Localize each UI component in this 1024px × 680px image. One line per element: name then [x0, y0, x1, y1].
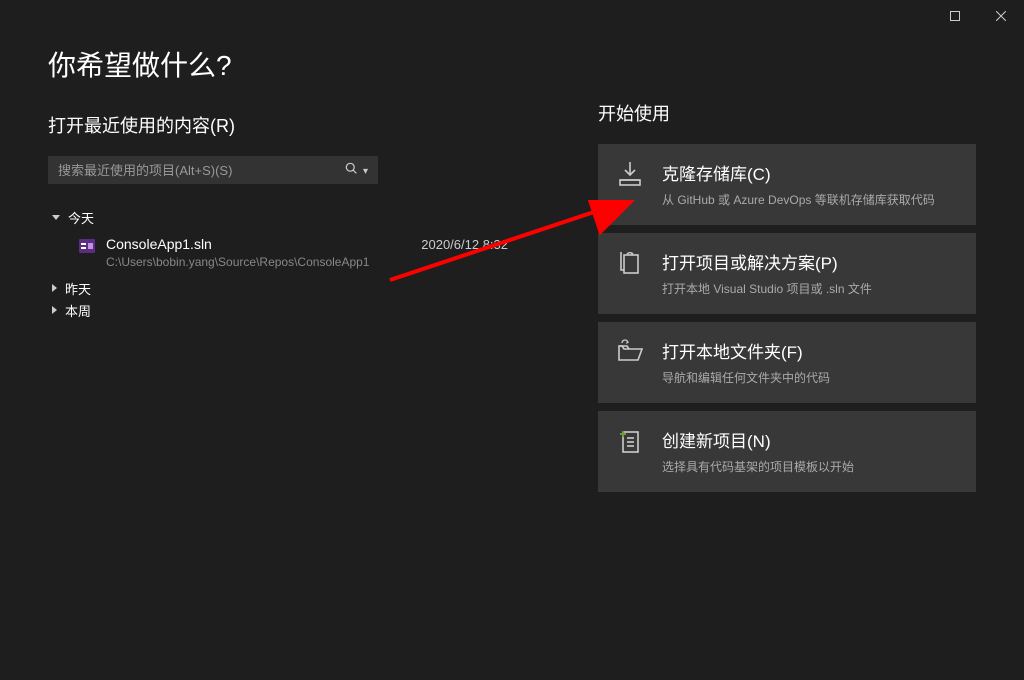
- new-project-icon: [616, 427, 644, 455]
- clone-icon: [616, 160, 644, 188]
- recent-item-date: 2020/6/12 8:32: [421, 237, 538, 252]
- search-icon: ▾: [345, 162, 368, 179]
- recent-item[interactable]: ConsoleApp1.sln C:\Users\bobin.yang\Sour…: [48, 228, 538, 277]
- card-title: 打开项目或解决方案(P): [662, 249, 958, 274]
- recent-group-thisweek[interactable]: 本周: [48, 299, 538, 321]
- close-button[interactable]: [978, 0, 1024, 32]
- search-input[interactable]: [58, 163, 345, 178]
- chevron-down-icon: [52, 215, 60, 220]
- group-label: 今天: [68, 208, 94, 227]
- solution-icon: [78, 237, 96, 255]
- start-column: 开始使用 克隆存储库(C) 从 GitHub 或 Azure DevOps 等联…: [598, 44, 976, 500]
- search-bar[interactable]: ▾: [48, 156, 378, 184]
- recent-group-today[interactable]: 今天: [48, 206, 538, 228]
- new-project-card[interactable]: 创建新项目(N) 选择具有代码基架的项目模板以开始: [598, 411, 976, 492]
- titlebar: [0, 0, 1024, 32]
- open-project-icon: [616, 249, 644, 277]
- recent-column: 你希望做什么? 打开最近使用的内容(R) ▾ 今天 ConsoleApp1.sl…: [48, 44, 538, 500]
- card-desc: 选择具有代码基架的项目模板以开始: [662, 458, 958, 476]
- recent-title: 打开最近使用的内容(R): [48, 112, 538, 138]
- page-title: 你希望做什么?: [48, 44, 538, 84]
- folder-icon: [616, 338, 644, 366]
- clone-repo-card[interactable]: 克隆存储库(C) 从 GitHub 或 Azure DevOps 等联机存储库获…: [598, 144, 976, 225]
- recent-item-name: ConsoleApp1.sln: [106, 236, 411, 252]
- card-title: 创建新项目(N): [662, 427, 958, 452]
- start-title: 开始使用: [598, 100, 976, 126]
- open-project-card[interactable]: 打开项目或解决方案(P) 打开本地 Visual Studio 项目或 .sln…: [598, 233, 976, 314]
- chevron-right-icon: [52, 284, 57, 292]
- card-title: 克隆存储库(C): [662, 160, 958, 185]
- card-title: 打开本地文件夹(F): [662, 338, 958, 363]
- recent-item-path: C:\Users\bobin.yang\Source\Repos\Console…: [106, 255, 411, 269]
- card-desc: 从 GitHub 或 Azure DevOps 等联机存储库获取代码: [662, 191, 958, 209]
- maximize-button[interactable]: [932, 0, 978, 32]
- recent-group-yesterday[interactable]: 昨天: [48, 277, 538, 299]
- group-label: 昨天: [65, 279, 91, 298]
- open-folder-card[interactable]: 打开本地文件夹(F) 导航和编辑任何文件夹中的代码: [598, 322, 976, 403]
- chevron-right-icon: [52, 306, 57, 314]
- card-desc: 打开本地 Visual Studio 项目或 .sln 文件: [662, 280, 958, 298]
- group-label: 本周: [65, 301, 91, 320]
- card-desc: 导航和编辑任何文件夹中的代码: [662, 369, 958, 387]
